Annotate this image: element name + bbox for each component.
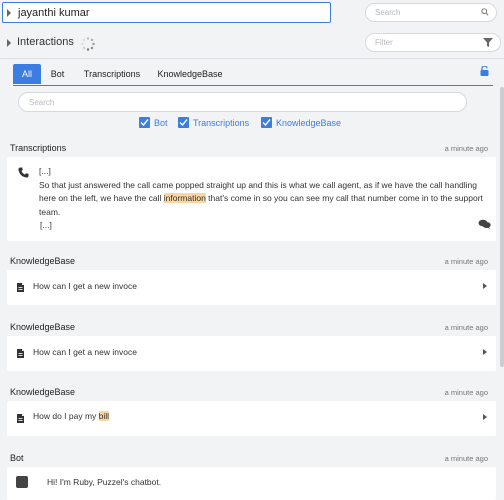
document-icon [17,349,24,358]
filter-placeholder: Filter [375,38,393,47]
knowledgebase-card[interactable]: How can I get a new invoce [7,270,496,305]
bot-message: Hi! I'm Ruby, Puzzel's chatbot. [47,477,162,487]
transcription-text: [...] So that just answered the call cam… [39,165,491,233]
tab-all[interactable]: All [13,64,41,84]
transcriptions-checkbox[interactable] [178,117,189,128]
timestamp: a minute ago [444,388,488,397]
interactions-title: Interactions [17,36,74,48]
top-search-input[interactable]: Search [365,3,497,22]
tab-underline [13,85,493,86]
document-icon [17,414,24,423]
tab-transcriptions[interactable]: Transcriptions [80,64,144,84]
knowledgebase-checkbox-label[interactable]: KnowledgeBase [276,118,341,128]
bot-checkbox[interactable] [139,117,150,128]
scrollbar[interactable] [500,87,504,367]
knowledgebase-checkbox[interactable] [261,117,272,128]
bot-card[interactable]: Hi! I'm Ruby, Puzzel's chatbot. [7,467,496,500]
knowledgebase-card[interactable]: How do I pay my bill [7,401,496,436]
checkmark-icon [179,119,188,127]
section-title: KnowledgeBase [10,256,76,266]
feed-search-placeholder: Search [29,98,55,107]
checkmark-icon [262,119,271,127]
timestamp: a minute ago [444,144,488,153]
section-title: KnowledgeBase [10,387,76,397]
search-icon [481,8,489,16]
section-title: Bot [10,453,24,463]
loading-spinner-icon [81,37,95,51]
expand-triangle-icon[interactable] [7,39,11,47]
filter-input[interactable]: Filter [365,33,501,52]
chevron-right-icon[interactable] [483,349,487,355]
kb-question: How can I get a new invoce [33,281,137,291]
phone-icon [18,167,29,178]
kb-question: How do I pay my bill [33,411,110,421]
kb-question: How can I get a new invoce [33,347,137,357]
bot-checkbox-label[interactable]: Bot [154,118,168,128]
checkmark-icon [140,119,149,127]
top-bar: jayanthi kumar Search [0,0,504,27]
transcription-ellipsis-end: [...] [40,220,52,230]
transcription-ellipsis-start: [...] [39,166,51,176]
transcription-body: So that just answered the call came popp… [39,179,483,217]
tab-bar: All Bot Transcriptions KnowledgeBase [0,58,504,86]
highlighted-term: information [163,193,206,203]
type-filters: Bot Transcriptions KnowledgeBase [0,116,504,130]
bot-avatar-icon [16,476,28,488]
expand-triangle-icon[interactable] [7,9,11,17]
section-title: KnowledgeBase [10,322,76,332]
timestamp: a minute ago [444,257,488,266]
top-search-placeholder: Search [375,8,401,17]
document-icon [17,283,24,292]
highlighted-term: bill [98,411,110,421]
tab-bot[interactable]: Bot [45,64,70,84]
section-title: Transcriptions [10,143,67,153]
timestamp: a minute ago [444,454,488,463]
chevron-right-icon[interactable] [483,283,487,289]
feed-search-input[interactable]: Search [18,92,467,112]
chevron-right-icon[interactable] [483,414,487,420]
caller-name: jayanthi kumar [18,7,90,19]
knowledgebase-card[interactable]: How can I get a new invoce [7,336,496,371]
lock-icon[interactable] [480,66,489,76]
filter-icon[interactable] [483,38,493,47]
transcriptions-checkbox-label[interactable]: Transcriptions [193,118,249,128]
timestamp: a minute ago [444,323,488,332]
caller-field[interactable]: jayanthi kumar [2,2,331,23]
chat-bubble-icon[interactable] [478,219,491,229]
tab-knowledgebase[interactable]: KnowledgeBase [155,64,225,84]
transcription-card[interactable]: [...] So that just answered the call cam… [7,157,496,241]
